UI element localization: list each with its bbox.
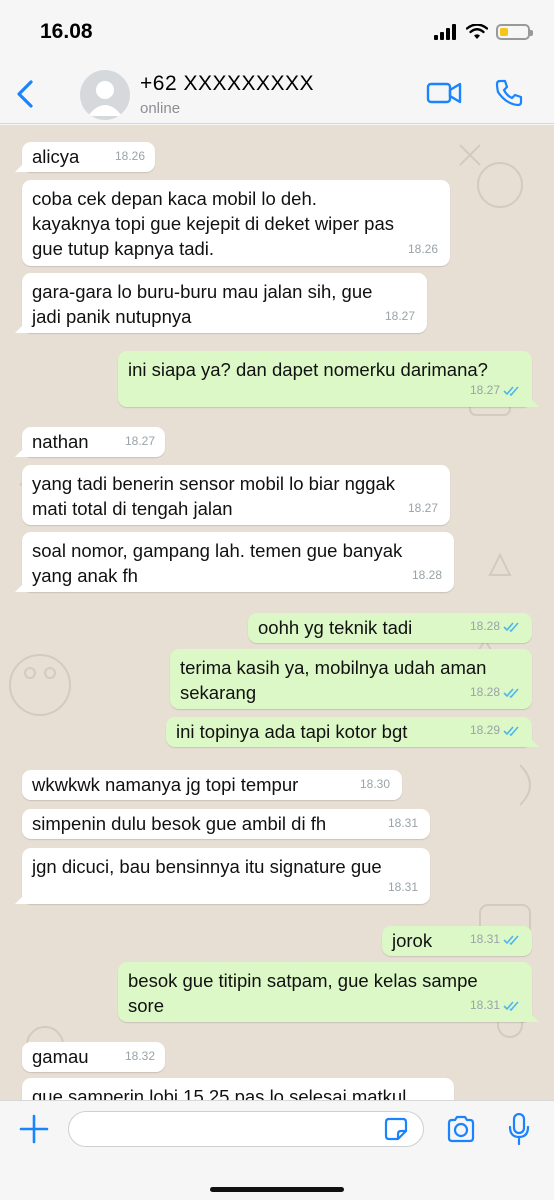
message-time: 18.29	[470, 718, 520, 743]
message-time: 18.27	[384, 309, 415, 323]
message-time: 18.26	[407, 242, 438, 256]
message-time: 18.31	[387, 880, 418, 894]
chat-area[interactable]: alicya 18.26 coba cek depan kaca mobil l…	[0, 125, 554, 1100]
message-bubble-incoming[interactable]: gara-gara lo buru-buru mau jalan sih, gu…	[22, 273, 427, 333]
camera-icon[interactable]	[446, 1115, 476, 1143]
message-time: 18.31	[470, 927, 520, 952]
status-bar: 16.08	[0, 0, 554, 64]
message-bubble-incoming[interactable]: gue samperin lobi 15.25 pas lo selesai m…	[22, 1078, 454, 1100]
status-time: 16.08	[40, 20, 93, 43]
message-input-bar	[0, 1100, 554, 1200]
contact-name[interactable]: +62 XXXXXXXXX	[140, 72, 314, 96]
message-time: 18.31	[470, 993, 520, 1018]
microphone-icon[interactable]	[508, 1113, 530, 1145]
message-text: wkwkwk namanya jg topi tempur	[32, 774, 299, 795]
wifi-icon	[466, 24, 488, 39]
message-bubble-incoming[interactable]: gamau 18.32	[22, 1042, 165, 1072]
message-bubble-outgoing[interactable]: oohh yg teknik tadi 18.28	[248, 613, 532, 643]
message-time: 18.28	[470, 614, 520, 639]
message-input[interactable]	[68, 1111, 424, 1147]
default-avatar-icon	[88, 81, 122, 116]
message-bubble-incoming[interactable]: yang tadi benerin sensor mobil lo biar n…	[22, 465, 450, 525]
message-time: 18.28	[411, 568, 442, 582]
battery-icon	[496, 24, 533, 40]
message-time: 18.27	[470, 378, 520, 403]
message-bubble-incoming[interactable]: coba cek depan kaca mobil lo deh. kayakn…	[22, 180, 450, 266]
message-bubble-outgoing[interactable]: ini siapa ya? dan dapet nomerku darimana…	[118, 351, 532, 407]
message-text: soal nomor, gampang lah. temen gue banya…	[32, 540, 403, 586]
status-icons	[434, 24, 533, 40]
message-time: 18.28	[470, 680, 520, 705]
message-text: ini siapa ya? dan dapet nomerku darimana…	[128, 359, 488, 380]
message-bubble-incoming[interactable]: simpenin dulu besok gue ambil di fh 18.3…	[22, 809, 430, 839]
back-arrow-icon[interactable]	[14, 78, 38, 110]
message-bubble-incoming[interactable]: jgn dicuci, bau bensinnya itu signature …	[22, 848, 430, 904]
contact-status: online	[140, 100, 181, 117]
plus-icon[interactable]	[18, 1113, 50, 1145]
chat-header: +62 XXXXXXXXX online	[0, 64, 554, 124]
read-receipt-icon	[503, 726, 519, 736]
message-text: simpenin dulu besok gue ambil di fh	[32, 813, 327, 834]
video-call-icon[interactable]	[426, 80, 462, 106]
message-time: 18.27	[407, 501, 438, 515]
message-time: 18.26	[114, 149, 145, 163]
message-text: gue samperin lobi 15.25 pas lo selesai m…	[32, 1086, 407, 1100]
message-bubble-incoming[interactable]: soal nomor, gampang lah. temen gue banya…	[22, 532, 454, 592]
sticker-icon[interactable]	[384, 1117, 408, 1141]
message-bubble-outgoing[interactable]: jorok 18.31	[382, 926, 532, 956]
avatar[interactable]	[80, 70, 130, 120]
read-receipt-icon	[503, 688, 519, 698]
message-time: 18.27	[124, 434, 155, 448]
message-time: 18.31	[387, 816, 418, 830]
message-bubble-incoming[interactable]: wkwkwk namanya jg topi tempur 18.30	[22, 770, 402, 800]
message-bubble-incoming[interactable]: nathan 18.27	[22, 427, 165, 457]
message-time: 18.30	[359, 777, 390, 791]
message-text: coba cek depan kaca mobil lo deh. kayakn…	[32, 188, 394, 259]
read-receipt-icon	[503, 622, 519, 632]
message-bubble-outgoing[interactable]: terima kasih ya, mobilnya udah aman seka…	[170, 649, 532, 709]
message-text: jgn dicuci, bau bensinnya itu signature …	[32, 856, 382, 877]
cellular-signal-icon	[434, 24, 456, 40]
message-text: besok gue titipin satpam, gue kelas samp…	[128, 970, 478, 1016]
message-text: yang tadi benerin sensor mobil lo biar n…	[32, 473, 396, 519]
message-bubble-incoming[interactable]: alicya 18.26	[22, 142, 155, 172]
message-text: gara-gara lo buru-buru mau jalan sih, gu…	[32, 281, 373, 327]
message-bubble-outgoing[interactable]: ini topinya ada tapi kotor bgt 18.29	[166, 717, 532, 747]
message-bubble-outgoing[interactable]: besok gue titipin satpam, gue kelas samp…	[118, 962, 532, 1022]
phone-icon[interactable]	[494, 78, 524, 108]
message-time: 18.32	[124, 1049, 155, 1063]
read-receipt-icon	[503, 935, 519, 945]
read-receipt-icon	[503, 1001, 519, 1011]
home-indicator[interactable]	[210, 1187, 344, 1192]
read-receipt-icon	[503, 386, 519, 396]
